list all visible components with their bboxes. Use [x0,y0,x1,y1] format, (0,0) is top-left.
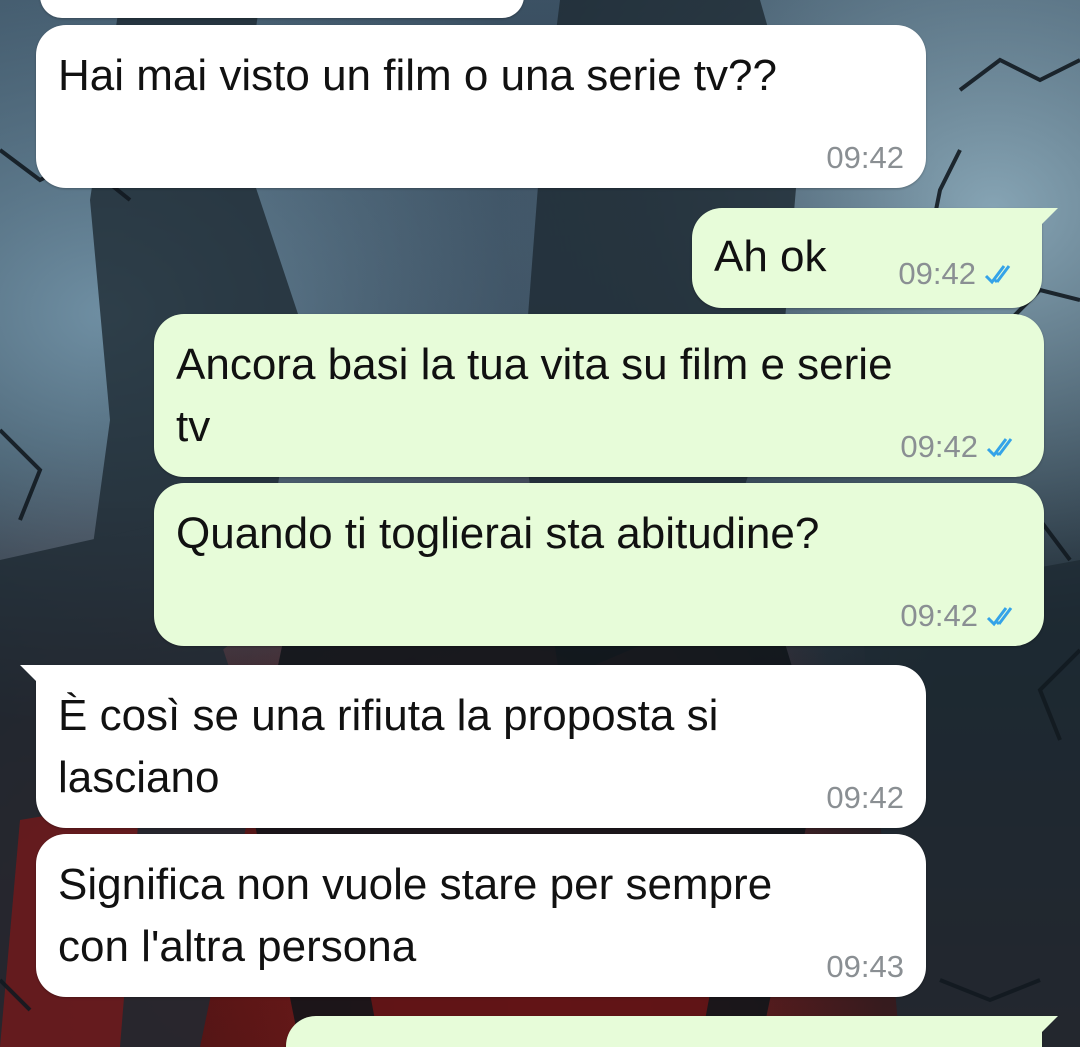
message-text: Ah ok [714,232,827,281]
message-text: È così se una rifiuta la proposta si las… [58,691,719,802]
bubble-tail [1036,208,1058,230]
message-text: Ancora basi la tua vita su film e serie … [176,340,893,451]
message-time: 09:42 [898,256,976,291]
message-time: 09:42 [826,780,904,815]
message-meta: 09:42 [826,138,904,178]
message-bubble-incoming[interactable]: Hai mai visto un film o una serie tv?? 0… [36,25,926,188]
message-time: 09:42 [826,140,904,175]
message-meta: 09:42 [898,254,1020,294]
double-check-icon [986,438,1013,458]
message-text: Quando ti toglierai sta abitudine? [176,509,820,558]
bubble-tail [20,665,42,687]
message-time: 09:42 [900,598,978,633]
double-check-icon [986,607,1013,627]
message-text: Significa non vuole stare per sempre con… [58,860,773,971]
message-time: 09:42 [900,429,978,464]
message-bubble-outgoing[interactable]: Ancora basi la tua vita su film e serie … [154,314,1044,477]
message-meta: 09:42 [900,596,1022,636]
message-bubble-partial[interactable] [286,1016,1058,1047]
chat-view[interactable]: Hai mai visto un film o una serie tv?? 0… [0,0,1080,1047]
message-bubble-outgoing[interactable]: Quando ti toglierai sta abitudine? 09:42 [154,483,1044,646]
message-text: Hai mai visto un film o una serie tv?? [58,51,777,100]
message-bubble-incoming[interactable]: È così se una rifiuta la proposta si las… [20,665,926,828]
message-meta: 09:42 [826,778,904,818]
bubble-tail [1036,1016,1058,1038]
double-check-icon [984,265,1011,285]
message-bubble-outgoing[interactable]: Ah ok 09:42 [692,208,1058,308]
message-meta: 09:43 [826,947,904,987]
message-bubble-incoming[interactable]: Significa non vuole stare per sempre con… [36,834,926,997]
message-time: 09:43 [826,949,904,984]
message-bubble-partial[interactable] [40,0,524,18]
message-meta: 09:42 [900,427,1022,467]
